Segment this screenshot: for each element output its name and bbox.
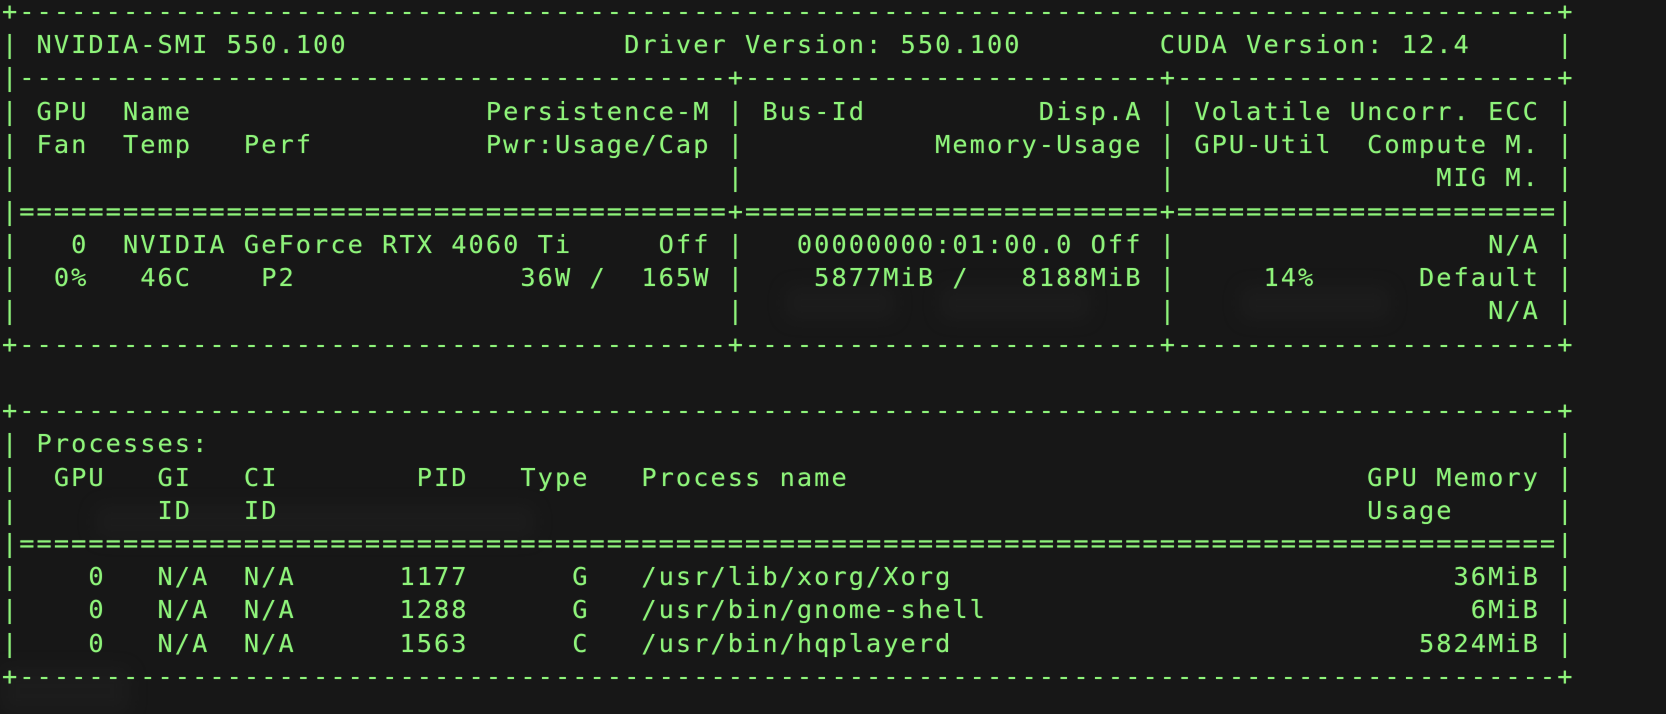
terminal-line-processes-title: | Processes: | <box>2 429 1575 458</box>
terminal-line-gpu-row-1: | 0 NVIDIA GeForce RTX 4060 Ti Off | 000… <box>2 230 1575 259</box>
terminal-line-processes-top-border: +---------------------------------------… <box>2 396 1575 425</box>
terminal-window[interactable]: +---------------------------------------… <box>0 0 1666 714</box>
terminal-line-header-divider: |=======================================… <box>2 197 1575 226</box>
terminal-line-gpu-header-1: | GPU Name Persistence-M | Bus-Id Disp.A… <box>2 97 1575 126</box>
terminal-line-gpu-row-3: | | | N/A | <box>2 296 1575 325</box>
terminal-line-processes-header-2: | ID ID Usage | <box>2 496 1575 525</box>
terminal-line-version-header: | NVIDIA-SMI 550.100 Driver Version: 550… <box>2 30 1575 59</box>
terminal-line-process-row-3: | 0 N/A N/A 1563 C /usr/bin/hqplayerd 58… <box>2 629 1575 658</box>
terminal-line-gpu-bottom-border: +---------------------------------------… <box>2 330 1575 359</box>
terminal-line-gpu-row-2: | 0% 46C P2 36W / 165W | 5877MiB / 8188M… <box>2 263 1575 292</box>
terminal-line-gpu-header-2: | Fan Temp Perf Pwr:Usage/Cap | Memory-U… <box>2 130 1575 159</box>
terminal-line-top-border: +---------------------------------------… <box>2 0 1575 26</box>
terminal-line-processes-divider: |=======================================… <box>2 529 1575 558</box>
terminal-line-processes-header-1: | GPU GI CI PID Type Process name GPU Me… <box>2 463 1575 492</box>
terminal-line-processes-bottom-border: +---------------------------------------… <box>2 662 1575 691</box>
terminal-line-separator: |---------------------------------------… <box>2 63 1575 92</box>
terminal-line-gpu-header-3: | | | MIG M. | <box>2 163 1575 192</box>
terminal-line-process-row-2: | 0 N/A N/A 1288 G /usr/bin/gnome-shell … <box>2 595 1575 624</box>
terminal-line-process-row-1: | 0 N/A N/A 1177 G /usr/lib/xorg/Xorg 36… <box>2 562 1575 591</box>
